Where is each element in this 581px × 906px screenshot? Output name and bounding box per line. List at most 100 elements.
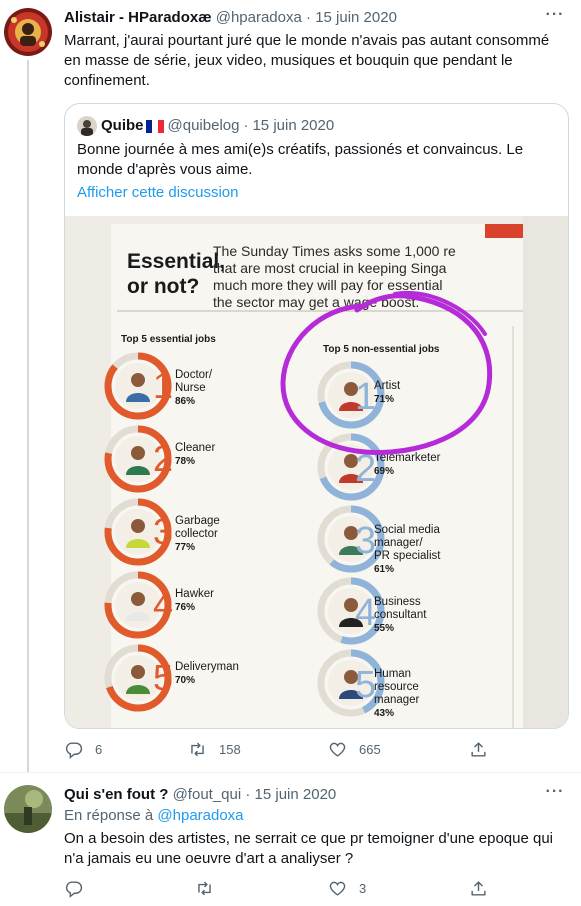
author-handle[interactable]: @fout_qui (173, 786, 242, 803)
non-essential-job-percent: 69% (374, 466, 394, 477)
intro-line: much more they will pay for essential (213, 277, 443, 293)
intro-line: that are most crucial in keeping Singa (213, 260, 447, 276)
heart-icon (329, 881, 346, 896)
non-essential-job-label: manager/ (374, 537, 423, 549)
tweet-header: Alistair - HParadoxæ @hparadoxa · 15 jui… (64, 8, 397, 28)
non-essential-rank: 3 (355, 520, 376, 562)
non-essential-job-label: PR specialist (374, 550, 441, 562)
like-button[interactable]: 3 (328, 879, 369, 898)
heart-icon (329, 742, 346, 757)
like-count: 3 (359, 881, 367, 896)
essential-job-percent: 86% (175, 396, 195, 407)
author-name[interactable]: Qui s'en fout ? (64, 786, 168, 803)
essential-job-label: Garbage (175, 515, 220, 527)
avatar[interactable] (4, 8, 52, 56)
separator: · (306, 9, 312, 26)
essential-title: Top 5 essential jobs (121, 334, 216, 345)
non-essential-job-label: Social media (374, 524, 440, 536)
essential-job-label: Nurse (175, 382, 206, 394)
essential-job-percent: 77% (175, 542, 195, 553)
quoted-photo[interactable]: Essential, or not? The Sunday Times asks… (65, 216, 568, 728)
non-essential-job-label: resource (374, 681, 419, 693)
reply-prefix: En réponse à (64, 807, 154, 824)
essential-rank: 3 (153, 511, 173, 552)
non-essential-job-percent: 71% (374, 394, 394, 405)
quote-author-name: Quibe (101, 117, 144, 134)
quote-header: Quibe @quibelog · 15 juin 2020 (77, 116, 334, 136)
avatar-image (4, 8, 52, 56)
person-head (131, 592, 145, 606)
france-flag-icon (145, 119, 164, 133)
essential-rank: 2 (153, 438, 173, 479)
retweet-icon (191, 742, 204, 757)
reply-icon (65, 742, 83, 759)
quote-text: Bonne journée à mes ami(e)s créatifs, pa… (77, 141, 524, 178)
separator: · (245, 786, 251, 803)
tweet-date[interactable]: 15 juin 2020 (255, 786, 337, 803)
thread-line (27, 60, 29, 772)
quote-avatar (77, 116, 97, 136)
share-icon (471, 742, 486, 757)
person-head (131, 519, 145, 533)
like-button[interactable]: 665 (328, 740, 381, 759)
more-icon[interactable]: ··· (545, 784, 565, 805)
retweet-button[interactable]: 158 (188, 740, 241, 759)
separator: · (243, 117, 249, 134)
reply-mention-link[interactable]: @hparadoxa (157, 807, 243, 824)
tweet-text: On a besoin des artistes, ne serrait ce … (64, 830, 554, 867)
tweet[interactable]: Qui s'en fout ? @fout_qui · 15 juin 2020… (0, 773, 581, 906)
essential-job-label: Deliveryman (175, 661, 239, 673)
newspaper-infographic: Essential, or not? The Sunday Times asks… (65, 216, 568, 728)
quote-date: 15 juin 2020 (252, 117, 335, 134)
non-essential-job-label: Artist (374, 380, 401, 392)
avatar-image (4, 785, 52, 833)
non-essential-job-label: manager (374, 694, 420, 706)
non-essential-job-label: Business (374, 596, 421, 608)
intro-line: The Sunday Times asks some 1,000 re (213, 243, 456, 259)
non-essential-title: Top 5 non-essential jobs (323, 344, 440, 355)
essential-job-label: Doctor/ (175, 369, 213, 381)
non-essential-job-percent: 55% (374, 623, 394, 634)
reply-icon (65, 881, 83, 898)
retweet-count: 158 (219, 742, 241, 757)
reply-button[interactable]: 6 (64, 740, 105, 759)
share-button[interactable] (469, 740, 500, 759)
retweet-icon (198, 881, 211, 896)
show-thread-link[interactable]: Afficher cette discussion (77, 183, 238, 203)
more-icon[interactable]: ··· (545, 7, 565, 28)
headline-line2: or not? (127, 275, 199, 298)
avatar[interactable] (4, 785, 52, 833)
quote-author-handle: @quibelog (167, 117, 240, 134)
author-name[interactable]: Alistair - HParadoxæ (64, 9, 212, 26)
retweet-button[interactable] (195, 879, 236, 898)
reply-count: 6 (95, 742, 103, 757)
non-essential-rank: 1 (355, 376, 376, 418)
tweet-date[interactable]: 15 juin 2020 (315, 9, 397, 26)
non-essential-rank: 5 (355, 664, 376, 706)
essential-rank: 5 (153, 657, 173, 698)
essential-job-label: Hawker (175, 588, 214, 600)
tweet-actions: 6 158 665 (64, 740, 504, 760)
tweet-actions: 3 (64, 879, 504, 899)
share-icon (471, 881, 486, 896)
person-head (131, 665, 145, 679)
essential-job-percent: 70% (175, 675, 195, 686)
essential-rank: 1 (153, 365, 173, 406)
tweet-header: Qui s'en fout ? @fout_qui · 15 juin 2020 (64, 785, 336, 805)
essential-job-percent: 76% (175, 602, 195, 613)
person-head (131, 446, 145, 460)
reply-button[interactable] (64, 879, 105, 898)
headline-line1: Essential, (127, 250, 225, 273)
non-essential-job-label: Human (374, 668, 411, 680)
essential-job-label: collector (175, 528, 218, 540)
author-handle[interactable]: @hparadoxa (216, 9, 302, 26)
quote-tweet[interactable]: Quibe @quibelog · 15 juin 2020 Bonne jou… (64, 103, 569, 729)
non-essential-job-percent: 43% (374, 708, 394, 719)
essential-rank: 4 (153, 584, 173, 625)
non-essential-job-percent: 61% (374, 564, 394, 575)
non-essential-job-label: consultant (374, 609, 427, 621)
share-button[interactable] (469, 879, 500, 898)
tweet[interactable]: Alistair - HParadoxæ @hparadoxa · 15 jui… (0, 0, 581, 772)
tweet-text: Marrant, j'aurai pourtant juré que le mo… (64, 32, 550, 89)
reply-context: En réponse à @hparadoxa (64, 806, 244, 826)
